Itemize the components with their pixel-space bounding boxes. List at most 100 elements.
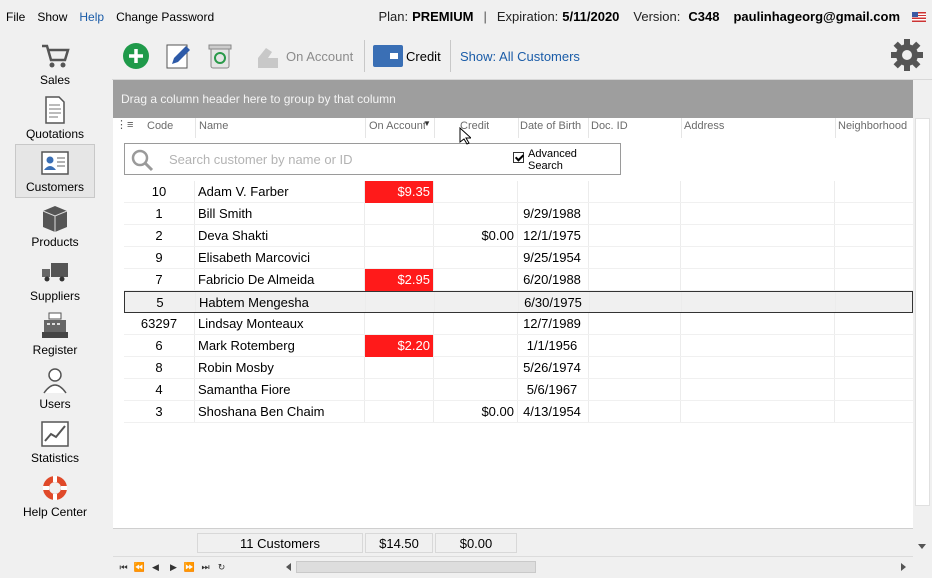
nav-previous-page-button[interactable]: ⏪ bbox=[131, 560, 146, 574]
menu-bar: File Show Help Change Password Plan: PRE… bbox=[0, 0, 932, 34]
sidebar-item-statistics[interactable]: Statistics bbox=[15, 414, 95, 468]
cell-code: 9 bbox=[155, 250, 163, 265]
cell-code: 3 bbox=[155, 404, 163, 419]
menu-show[interactable]: Show bbox=[31, 10, 73, 24]
credit-button[interactable]: Credit bbox=[372, 40, 441, 72]
table-row[interactable]: 9 Elisabeth Marcovici 9/25/1954 bbox=[124, 247, 913, 269]
vertical-scrollbar[interactable] bbox=[913, 118, 932, 556]
cell-credit bbox=[433, 357, 517, 379]
cell-divider bbox=[433, 401, 434, 422]
column-header-name[interactable]: Name bbox=[199, 120, 228, 132]
column-header-code[interactable]: Code bbox=[147, 120, 173, 132]
cell-divider bbox=[517, 181, 518, 202]
toolbar-divider bbox=[450, 40, 451, 72]
cell-divider bbox=[680, 247, 681, 268]
cell-divider bbox=[194, 401, 195, 422]
table-row[interactable]: 3 Shoshana Ben Chaim $0.00 4/13/1954 bbox=[124, 401, 913, 423]
sidebar-item-products[interactable]: Products bbox=[15, 198, 95, 252]
menu-file[interactable]: File bbox=[0, 10, 31, 24]
sidebar-item-users[interactable]: Users bbox=[15, 360, 95, 414]
table-row[interactable]: 5 Habtem Mengesha 6/30/1975 bbox=[124, 291, 913, 313]
cell-divider bbox=[680, 357, 681, 378]
cell-divider bbox=[365, 292, 366, 312]
table-row[interactable]: 2 Deva Shakti $0.00 12/1/1975 bbox=[124, 225, 913, 247]
column-chooser-icon[interactable]: ⋮≡ bbox=[116, 118, 133, 131]
advanced-search-label-2: Search bbox=[528, 160, 563, 172]
menu-change-password[interactable]: Change Password bbox=[110, 10, 220, 24]
column-header-address[interactable]: Address bbox=[684, 120, 724, 132]
table-row[interactable]: 8 Robin Mosby 5/26/1974 bbox=[124, 357, 913, 379]
search-input[interactable]: Search customer by name or ID bbox=[169, 152, 353, 167]
nav-refresh-button[interactable]: ↻ bbox=[213, 560, 228, 574]
nav-first-page-button[interactable]: ⏮ bbox=[115, 560, 130, 574]
sidebar-item-suppliers[interactable]: Suppliers bbox=[15, 252, 95, 306]
settings-button[interactable] bbox=[890, 39, 924, 71]
sidebar-item-quotations[interactable]: Quotations bbox=[15, 90, 95, 144]
column-header-neighborhood[interactable]: Neighborhood bbox=[838, 120, 913, 132]
table-row[interactable]: 1 Bill Smith 9/29/1988 bbox=[124, 203, 913, 225]
column-header-on-account[interactable]: On Account bbox=[369, 120, 425, 132]
cart-icon bbox=[42, 44, 70, 68]
delete-button[interactable] bbox=[206, 40, 234, 72]
table-row[interactable]: 63297 Lindsay Monteaux 12/7/1989 bbox=[124, 313, 913, 335]
cell-name: Deva Shakti bbox=[198, 228, 269, 243]
table-row[interactable]: 10 Adam V. Farber $9.35 bbox=[124, 181, 913, 203]
show-filter-button[interactable]: Show: All Customers bbox=[460, 40, 580, 72]
scrollbar-thumb[interactable] bbox=[915, 118, 930, 506]
sort-dropdown-icon[interactable]: ▼ bbox=[423, 119, 431, 128]
cell-divider bbox=[364, 379, 365, 400]
expiration-value: 5/11/2020 bbox=[562, 9, 620, 24]
separator: | bbox=[483, 9, 487, 24]
table-row[interactable]: 7 Fabricio De Almeida $2.95 6/20/1988 bbox=[124, 269, 913, 291]
cell-credit bbox=[433, 203, 517, 225]
nav-next-page-button[interactable]: ⏩ bbox=[181, 560, 196, 574]
us-flag-icon[interactable] bbox=[912, 11, 926, 22]
scroll-left-icon[interactable] bbox=[286, 563, 291, 571]
hand-money-icon bbox=[258, 48, 278, 68]
user-icon bbox=[43, 368, 67, 394]
cell-name: Elisabeth Marcovici bbox=[198, 250, 310, 265]
cell-divider bbox=[517, 225, 518, 246]
scroll-down-icon[interactable] bbox=[918, 544, 926, 549]
nav-previous-button[interactable]: ◀ bbox=[147, 560, 162, 574]
cell-code: 4 bbox=[155, 382, 163, 397]
cell-name: Samantha Fiore bbox=[198, 382, 291, 397]
scroll-right-icon[interactable] bbox=[901, 563, 906, 571]
cell-divider bbox=[364, 225, 365, 246]
table-row[interactable]: 6 Mark Rotemberg $2.20 1/1/1956 bbox=[124, 335, 913, 357]
cell-divider bbox=[517, 203, 518, 224]
edit-button[interactable] bbox=[164, 40, 192, 72]
group-by-panel[interactable]: Drag a column header here to group by th… bbox=[113, 80, 913, 118]
add-button[interactable] bbox=[122, 40, 150, 72]
column-header-doc-id[interactable]: Doc. ID bbox=[591, 120, 628, 132]
cell-divider bbox=[588, 181, 589, 202]
sidebar-item-label: Statistics bbox=[30, 451, 79, 465]
h-scrollbar-thumb[interactable] bbox=[296, 561, 536, 573]
cell-divider bbox=[364, 401, 365, 422]
menu-help[interactable]: Help bbox=[73, 10, 110, 24]
nav-last-page-button[interactable]: ⏭ bbox=[197, 560, 212, 574]
sidebar-item-label: Sales bbox=[39, 73, 71, 87]
cell-name: Habtem Mengesha bbox=[199, 295, 309, 310]
customer-search-box[interactable]: Search customer by name or ID Advanced S… bbox=[124, 143, 621, 175]
checkbox-checked-icon[interactable] bbox=[513, 152, 524, 163]
account-info: Plan: PREMIUM | Expiration: 5/11/2020 Ve… bbox=[378, 9, 926, 24]
cell-divider bbox=[433, 181, 434, 202]
column-header-date-of-birth[interactable]: Date of Birth bbox=[520, 120, 581, 132]
advanced-search-checkbox[interactable]: Advanced Search bbox=[513, 148, 577, 172]
column-divider bbox=[434, 118, 435, 138]
sidebar-item-help-center[interactable]: Help Center bbox=[15, 468, 95, 522]
sidebar-item-customers[interactable]: Customers bbox=[15, 144, 95, 198]
cell-divider bbox=[517, 269, 518, 290]
cell-divider bbox=[588, 225, 589, 246]
sidebar-item-sales[interactable]: Sales bbox=[15, 36, 95, 90]
cell-divider bbox=[588, 247, 589, 268]
on-account-button[interactable]: On Account bbox=[254, 40, 353, 72]
sidebar-item-register[interactable]: Register bbox=[15, 306, 95, 360]
table-row[interactable]: 4 Samantha Fiore 5/6/1967 bbox=[124, 379, 913, 401]
cell-divider bbox=[588, 335, 589, 356]
nav-next-button[interactable]: ▶ bbox=[165, 560, 180, 574]
cell-divider bbox=[834, 269, 835, 290]
cell-code: 8 bbox=[155, 360, 163, 375]
cell-divider bbox=[194, 313, 195, 334]
